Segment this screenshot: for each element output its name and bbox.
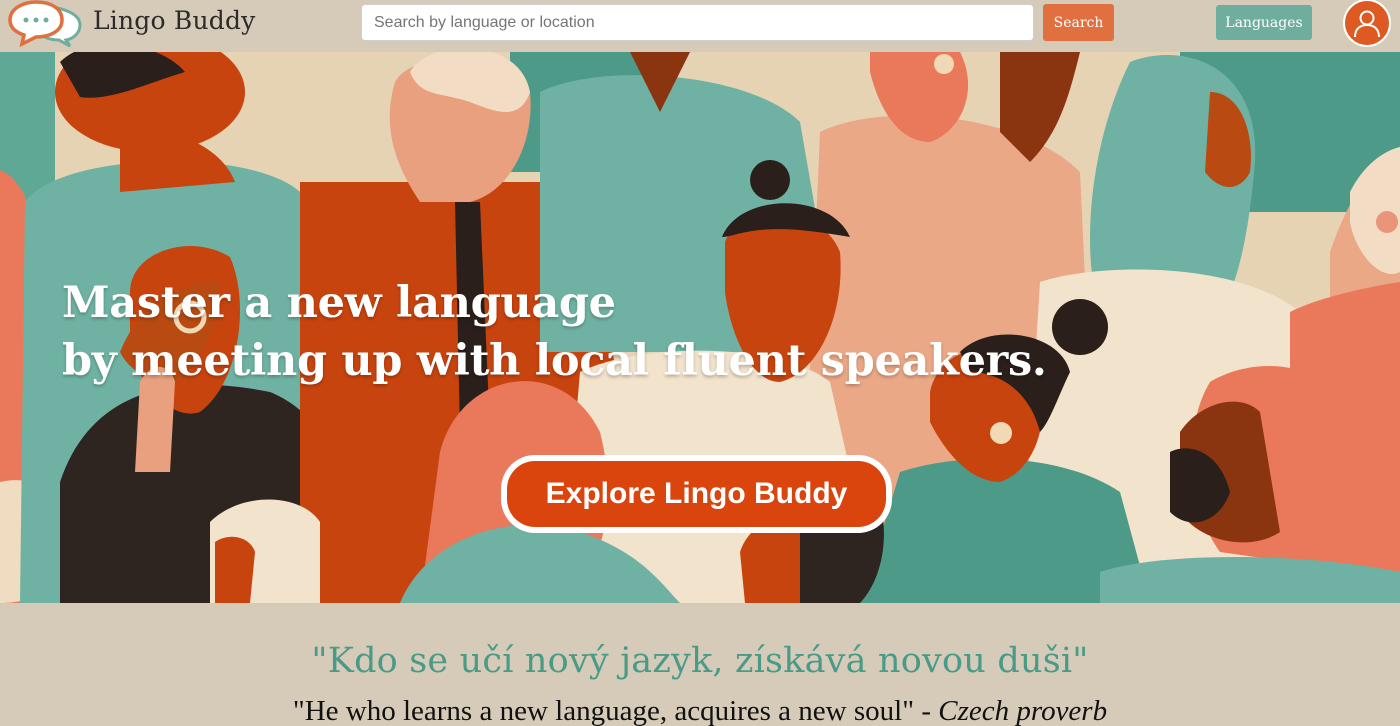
hero-headline: Master a new language by meeting up with… <box>62 274 1162 390</box>
user-avatar-button[interactable] <box>1343 0 1391 47</box>
proverb-translation-line: "He who learns a new language, acquires … <box>0 695 1400 726</box>
top-navbar: Lingo Buddy Search Languages <box>0 0 1400 52</box>
app-title[interactable]: Lingo Buddy <box>93 6 256 35</box>
explore-lingo-buddy-button[interactable]: Explore Lingo Buddy <box>507 461 886 527</box>
proverb-separator: - <box>914 695 939 726</box>
search-input[interactable] <box>361 4 1034 41</box>
hero-headline-line1: Master a new language <box>62 278 616 328</box>
proverb-translation: "He who learns a new language, acquires … <box>292 695 915 726</box>
hero-headline-line2: by meeting up with local fluent speakers… <box>62 336 1047 386</box>
search-button[interactable]: Search <box>1043 4 1114 41</box>
hero-banner: Master a new language by meeting up with… <box>0 52 1400 603</box>
chat-bubbles-logo-icon[interactable] <box>6 0 86 48</box>
proverb-attribution: Czech proverb <box>938 695 1108 726</box>
proverb-original: "Kdo se učí nový jazyk, získává novou du… <box>311 641 1089 681</box>
cta-button-frame: Explore Lingo Buddy <box>501 455 892 533</box>
languages-button[interactable]: Languages <box>1216 5 1312 40</box>
proverb-section: "Kdo se učí nový jazyk, získává novou du… <box>0 603 1400 726</box>
user-icon <box>1354 10 1380 38</box>
